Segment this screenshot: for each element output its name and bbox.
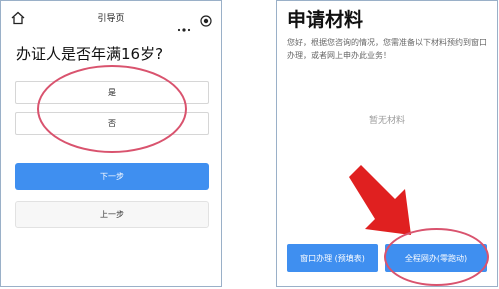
previous-button[interactable]: 上一步	[15, 201, 209, 228]
option-no[interactable]: 否	[15, 112, 209, 135]
materials-page-screen: 申请材料 您好，根据您咨询的情况，您需准备以下材料预约到窗口办理，或者网上申办此…	[276, 0, 498, 287]
more-dots-icon[interactable]	[177, 17, 191, 32]
description-text: 您好，根据您咨询的情况，您需准备以下材料预约到窗口办理，或者网上申办此业务！	[287, 38, 487, 60]
window-apply-button[interactable]: 窗口办理 (预填表)	[287, 244, 378, 272]
online-apply-button[interactable]: 全程网办(零跑动)	[385, 244, 487, 272]
nav-bar: 引导页	[1, 1, 221, 35]
page-heading: 申请材料	[287, 9, 364, 31]
guide-page-screen: 引导页 办证人是否年满16岁? 是 否 下一步 上一步	[0, 0, 222, 287]
option-yes-label: 是	[108, 88, 116, 97]
red-arrow-icon	[347, 163, 417, 238]
option-no-label: 否	[108, 119, 116, 128]
next-button[interactable]: 下一步	[15, 163, 209, 190]
question-text: 办证人是否年满16岁?	[16, 45, 164, 63]
highlight-ellipse	[37, 65, 187, 153]
target-icon[interactable]	[200, 12, 212, 27]
empty-state-text: 暂无材料	[368, 116, 405, 126]
option-yes[interactable]: 是	[15, 81, 209, 104]
screenshot-canvas: 引导页 办证人是否年满16岁? 是 否 下一步 上一步 申请材料 您好，根据您咨…	[0, 0, 499, 289]
